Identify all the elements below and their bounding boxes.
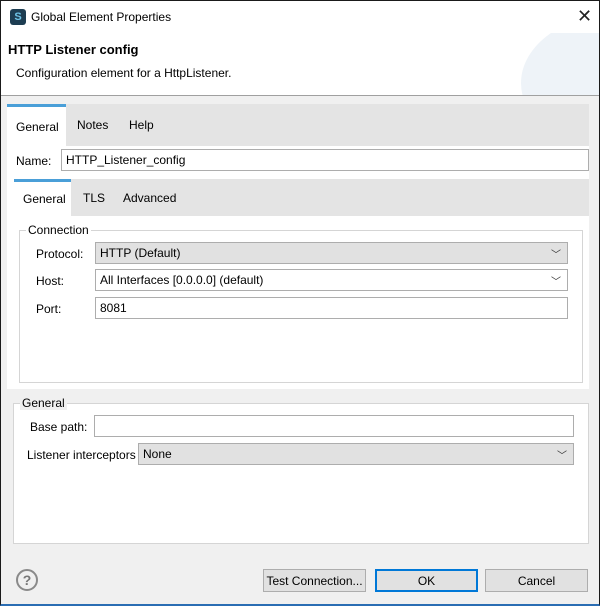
base-path-label: Base path: (30, 420, 88, 434)
connection-legend: Connection (26, 223, 91, 237)
help-icon[interactable]: ? (16, 569, 38, 591)
inner-tab-strip: General TLS Advanced (14, 179, 589, 216)
protocol-label: Protocol: (36, 247, 84, 261)
general-legend: General (20, 396, 67, 410)
host-label: Host: (36, 274, 65, 288)
base-path-input[interactable] (94, 415, 574, 437)
chevron-down-icon: ﹀ (557, 451, 567, 462)
dialog-header: HTTP Listener config Configuration eleme… (1, 33, 599, 96)
port-label: Port: (36, 302, 62, 316)
host-combobox[interactable]: All Interfaces [0.0.0.0] (default) ﹀ (95, 269, 568, 291)
tab-notes[interactable]: Notes (68, 104, 117, 146)
listener-interceptors-label: Listener interceptors (27, 448, 136, 462)
ok-button[interactable]: OK (375, 569, 478, 592)
header-decoration (521, 33, 599, 95)
chevron-down-icon: ﹀ (551, 250, 561, 261)
test-connection-button[interactable]: Test Connection... (263, 569, 366, 592)
tab-advanced[interactable]: Advanced (114, 179, 185, 216)
cancel-button[interactable]: Cancel (485, 569, 588, 592)
outer-tab-strip: General Notes Help (7, 104, 589, 146)
tab-help[interactable]: Help (120, 104, 163, 146)
chevron-down-icon: ﹀ (551, 277, 561, 288)
protocol-select[interactable]: HTTP (Default) ﹀ (95, 242, 568, 264)
listener-interceptors-select[interactable]: None ﹀ (138, 443, 574, 465)
port-input[interactable] (95, 297, 568, 319)
app-icon: S (10, 9, 26, 25)
tab-inner-general[interactable]: General (14, 179, 71, 216)
tab-general[interactable]: General (7, 104, 66, 146)
title-bar: S Global Element Properties ✕ (1, 1, 599, 33)
page-title: HTTP Listener config (8, 42, 139, 57)
tab-tls[interactable]: TLS (74, 179, 114, 216)
name-input[interactable] (61, 149, 589, 171)
window-title: Global Element Properties (31, 10, 172, 24)
page-subtitle: Configuration element for a HttpListener… (16, 66, 232, 80)
name-label: Name: (16, 154, 52, 168)
close-icon[interactable]: ✕ (577, 6, 592, 27)
